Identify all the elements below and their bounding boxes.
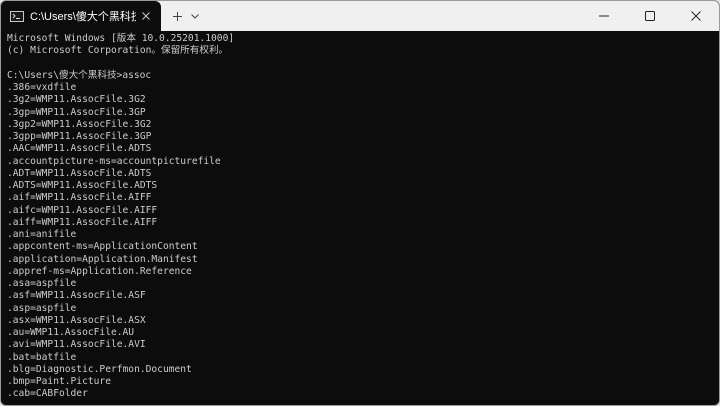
plus-icon[interactable] — [169, 8, 185, 24]
terminal-line: .blg=Diagnostic.Perfmon.Document — [7, 363, 192, 375]
terminal-line: .accountpicture-ms=accountpicturefile — [7, 155, 221, 167]
terminal-prompt-line: C:\Users\傻大个黑科技>assoc — [7, 69, 152, 81]
terminal-line: .asp=aspfile — [7, 302, 77, 314]
terminal-output[interactable]: Microsoft Windows [版本 10.0.25201.1000] (… — [1, 31, 719, 405]
title-bar[interactable]: C:\Users\傻大个黑科技\AppDa — [1, 1, 719, 31]
terminal-icon — [10, 10, 24, 22]
close-icon[interactable] — [673, 1, 719, 31]
terminal-line: .aif=WMP11.AssocFile.AIFF — [7, 192, 152, 204]
terminal-line: .3gp2=WMP11.AssocFile.3G2 — [7, 118, 152, 130]
chevron-down-icon[interactable] — [187, 8, 203, 24]
terminal-line: .3g2=WMP11.AssocFile.3G2 — [7, 94, 146, 106]
terminal-line: .application=Application.Manifest — [7, 253, 198, 265]
terminal-line: .bat=batfile — [7, 351, 77, 363]
terminal-line: .3gpp=WMP11.AssocFile.3GP — [7, 131, 152, 142]
terminal-line: .ADTS=WMP11.AssocFile.ADTS — [7, 180, 158, 191]
tab-active[interactable]: C:\Users\傻大个黑科技\AppDa — [1, 1, 161, 31]
terminal-line: .appref-ms=Application.Reference — [7, 265, 192, 277]
maximize-icon[interactable] — [627, 1, 673, 31]
tab-title: C:\Users\傻大个黑科技\AppDa — [30, 11, 136, 23]
terminal-line: (c) Microsoft Corporation。保留所有权利。 — [7, 45, 229, 57]
terminal-line: Microsoft Windows [版本 10.0.25201.1000] — [7, 33, 235, 44]
terminal-line: .AAC=WMP11.AssocFile.ADTS — [7, 143, 152, 155]
terminal-line: .386=vxdfile — [7, 82, 77, 93]
terminal-line: .cab=CABFolder — [7, 388, 88, 400]
terminal-line: .3gp=WMP11.AssocFile.3GP — [7, 106, 146, 118]
terminal-line: .asx=WMP11.AssocFile.ASX — [7, 314, 146, 326]
terminal-window: C:\Users\傻大个黑科技\AppDa — [0, 0, 720, 406]
terminal-line: .appcontent-ms=ApplicationContent — [7, 241, 198, 253]
terminal-line: .aifc=WMP11.AssocFile.AIFF — [7, 204, 158, 216]
terminal-line: .ani=anifile — [7, 229, 77, 240]
terminal-line: .aiff=WMP11.AssocFile.AIFF — [7, 216, 158, 228]
scrollbar[interactable] — [714, 35, 717, 395]
minimize-icon[interactable] — [581, 1, 627, 31]
close-tab-icon[interactable] — [139, 9, 153, 23]
terminal-line: .asa=aspfile — [7, 278, 77, 289]
terminal-line: .asf=WMP11.AssocFile.ASF — [7, 290, 146, 302]
terminal-line: .bmp=Paint.Picture — [7, 376, 111, 387]
terminal-line: .au=WMP11.AssocFile.AU — [7, 327, 135, 338]
terminal-line: .ADT=WMP11.AssocFile.ADTS — [7, 167, 152, 179]
terminal-line: .avi=WMP11.AssocFile.AVI — [7, 339, 146, 351]
